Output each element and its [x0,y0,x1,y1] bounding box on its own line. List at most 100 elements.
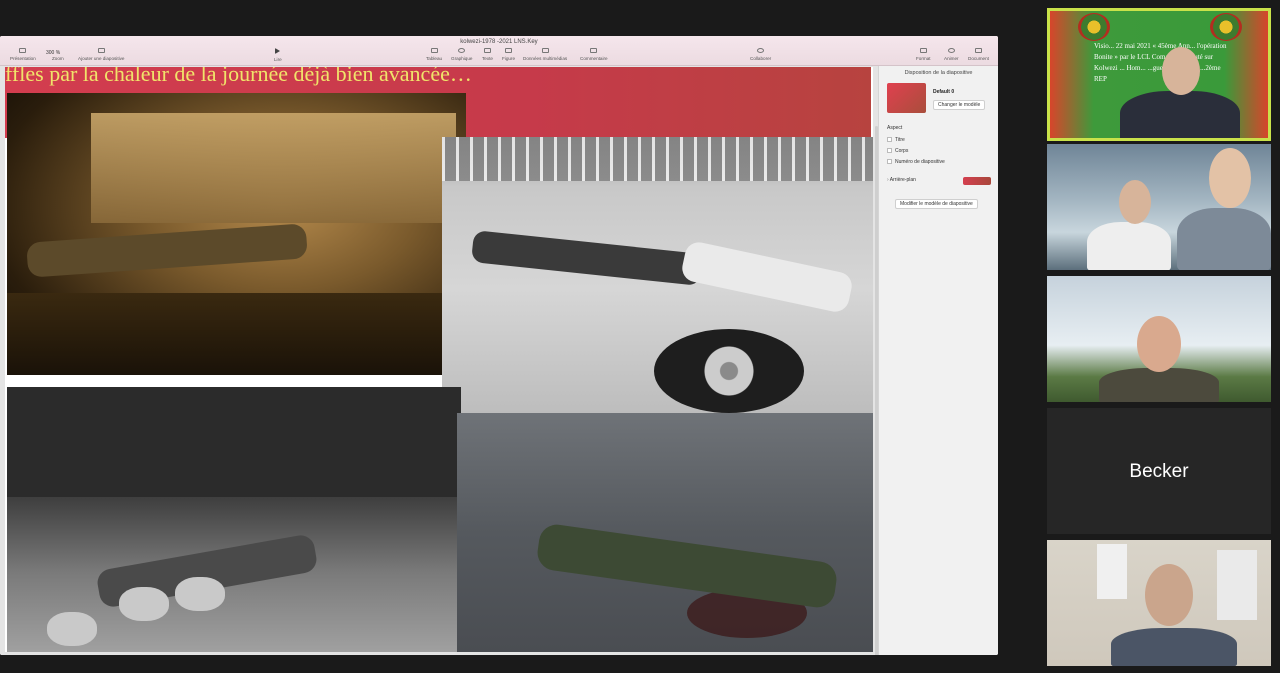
regiment-badge-icon [1210,13,1242,41]
presentation-view-button[interactable]: Présentation [10,48,36,61]
participant-body [1087,222,1171,270]
slide-photo-night-wall[interactable] [7,93,466,375]
document-label: Document [968,56,989,61]
zoom-label: Zoom [52,56,64,61]
slide-number-checkbox-label: Numéro de diapositive [895,159,945,165]
video-tile-participant[interactable] [1047,144,1271,270]
comment-label: Commentaire [580,56,608,61]
photo-bushes [7,387,461,497]
table-button[interactable]: Tableau [426,48,442,61]
chart-icon [458,48,466,53]
slide-photo-asphalt[interactable] [457,413,873,652]
wall-dispenser [1097,544,1127,599]
body-checkbox[interactable] [887,148,892,154]
sidebar-icon [19,48,27,53]
participant-body [1111,628,1237,666]
photo-figure [535,522,839,610]
body-checkbox-label: Corps [895,148,909,154]
slide-number-checkbox[interactable] [887,159,892,165]
participant-head [1162,47,1200,95]
participant-head [1209,148,1251,208]
animate-label: Animer [944,56,959,61]
inspector-title: Disposition de la diapositive [904,70,973,76]
format-brush-icon [919,48,927,53]
presentation-view-label: Présentation [10,56,36,61]
title-checkbox-row[interactable]: Titre [887,137,905,143]
disclosure-chevron-icon[interactable]: › [887,177,889,183]
chart-button[interactable]: Graphique [451,48,472,61]
edit-layout-button[interactable]: Modifier le modèle de diapositive [895,199,978,209]
add-slide-label: Ajouter une diapositive [78,56,125,61]
slide-canvas[interactable]: ffles par la chaleur de la journée déjà … [0,66,878,655]
shape-icon [505,48,513,53]
photo-tire [654,329,804,413]
photo-ground [7,293,466,375]
media-icon [541,48,549,53]
comment-icon [590,48,598,53]
play-label: Lire [274,57,282,62]
regiment-badge-icon [1078,13,1110,41]
body-checkbox-row[interactable]: Corps [887,148,908,154]
layout-name: Default 0 [933,89,955,95]
title-checkbox-label: Titre [895,137,905,143]
participant-head [1119,180,1151,224]
keynote-window: kolwezi-1978 -2021 LNS.Key Présentation … [0,36,998,655]
format-inspector: Disposition de la diapositive Default 0 … [878,66,998,655]
title-checkbox[interactable] [887,137,892,143]
photo-figure [26,223,308,278]
participant-head [1145,564,1193,626]
media-button[interactable]: Données multimédias [523,48,567,61]
background-label: Arrière-plan [889,177,916,183]
slide-photo-grass-rocks[interactable] [7,387,461,652]
video-tile-participant[interactable] [1047,540,1271,666]
photo-figure [470,230,704,286]
aspect-heading: Aspect [887,125,903,131]
participant-body [1177,208,1271,270]
animate-button[interactable]: Animer [944,48,959,61]
table-icon [430,48,438,53]
background-color-well[interactable] [963,177,991,185]
table-label: Tableau [426,56,443,61]
text-label: Texte [482,56,493,61]
shape-label: Figure [502,56,516,61]
comment-button[interactable]: Commentaire [580,48,608,61]
document-icon [974,48,982,53]
participant-body [1099,368,1219,402]
media-label: Données multimédias [523,56,568,61]
participant-head [1137,316,1181,372]
photo-wall [91,113,456,223]
slide[interactable]: ffles par la chaleur de la journée déjà … [5,67,873,652]
play-icon [275,48,281,54]
background-row[interactable]: › Arrière-plan [887,177,916,183]
slide-photo-street-tire[interactable] [442,137,873,413]
play-button[interactable]: Lire [274,48,282,62]
animate-icon [947,48,955,53]
photo-figure [679,239,855,315]
photo-rock [175,577,225,611]
photo-rock [47,612,97,646]
keynote-toolbar: kolwezi-1978 -2021 LNS.Key Présentation … [0,36,998,66]
participant-body [1120,91,1240,138]
collaborate-button[interactable]: Collaborer [750,48,771,61]
collaborate-label: Collaborer [750,56,772,61]
change-layout-button[interactable]: Changer le modèle [933,100,986,110]
zoom-button[interactable]: Zoom [52,48,64,61]
document-title: kolwezi-1978 -2021 LNS.Key [460,39,538,45]
slide-caption[interactable]: ffles par la chaleur de la journée déjà … [5,67,472,87]
photo-fence [442,137,873,181]
text-button[interactable]: Texte [482,48,493,61]
shape-button[interactable]: Figure [502,48,515,61]
video-tile-camera-off[interactable]: Becker [1047,408,1271,534]
format-button[interactable]: Format [916,48,931,61]
video-tile-participant[interactable] [1047,276,1271,402]
chart-label: Graphique [451,56,473,61]
add-slide-button[interactable]: Ajouter une diapositive [78,48,124,61]
video-tile-active-speaker[interactable]: Visio... 22 mai 2021 « 45ème Ann... l'op… [1047,8,1271,141]
layout-thumbnail[interactable] [887,83,926,113]
participant-name: Becker [1129,461,1189,482]
photo-rock [119,587,169,621]
collaborate-icon [757,48,765,53]
slide-number-checkbox-row[interactable]: Numéro de diapositive [887,159,945,165]
add-slide-icon [97,48,105,53]
document-button[interactable]: Document [968,48,989,61]
